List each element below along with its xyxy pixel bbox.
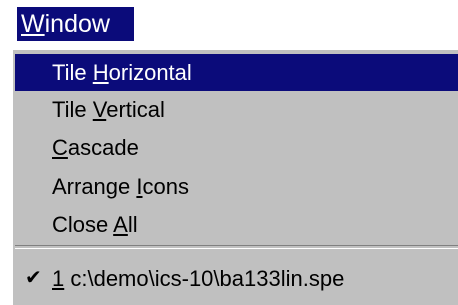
menu-window-mnemonic: W [21,10,45,38]
menu-item-label: Tile Vertical [52,97,165,122]
menu-item-window-1[interactable]: ✔ 1 c:\demo\ics-10\ba133lin.spe [15,260,458,297]
menu-item-label: 1 c:\demo\ics-10\ba133lin.spe [52,266,345,291]
menu-window[interactable]: Window [17,7,134,41]
menu-item-label: Tile Horizontal [52,60,192,85]
menu-item-close-all[interactable]: Close All [15,206,458,243]
menu-item-label: Cascade [52,135,139,160]
menu-item-label: Arrange Icons [52,174,189,199]
menu-item-cascade[interactable]: Cascade [15,129,458,166]
menu-window-label: indow [44,10,110,38]
menu-item-tile-vertical[interactable]: Tile Vertical [15,91,458,128]
window-dropdown-menu: Tile Horizontal Tile Vertical Cascade Ar… [11,48,458,305]
checkmark-icon: ✔ [25,267,42,289]
menu-separator [15,245,458,249]
menu-item-label: Close All [52,212,138,237]
menu-item-tile-horizontal[interactable]: Tile Horizontal [15,54,458,91]
menu-item-arrange-icons[interactable]: Arrange Icons [15,168,458,205]
